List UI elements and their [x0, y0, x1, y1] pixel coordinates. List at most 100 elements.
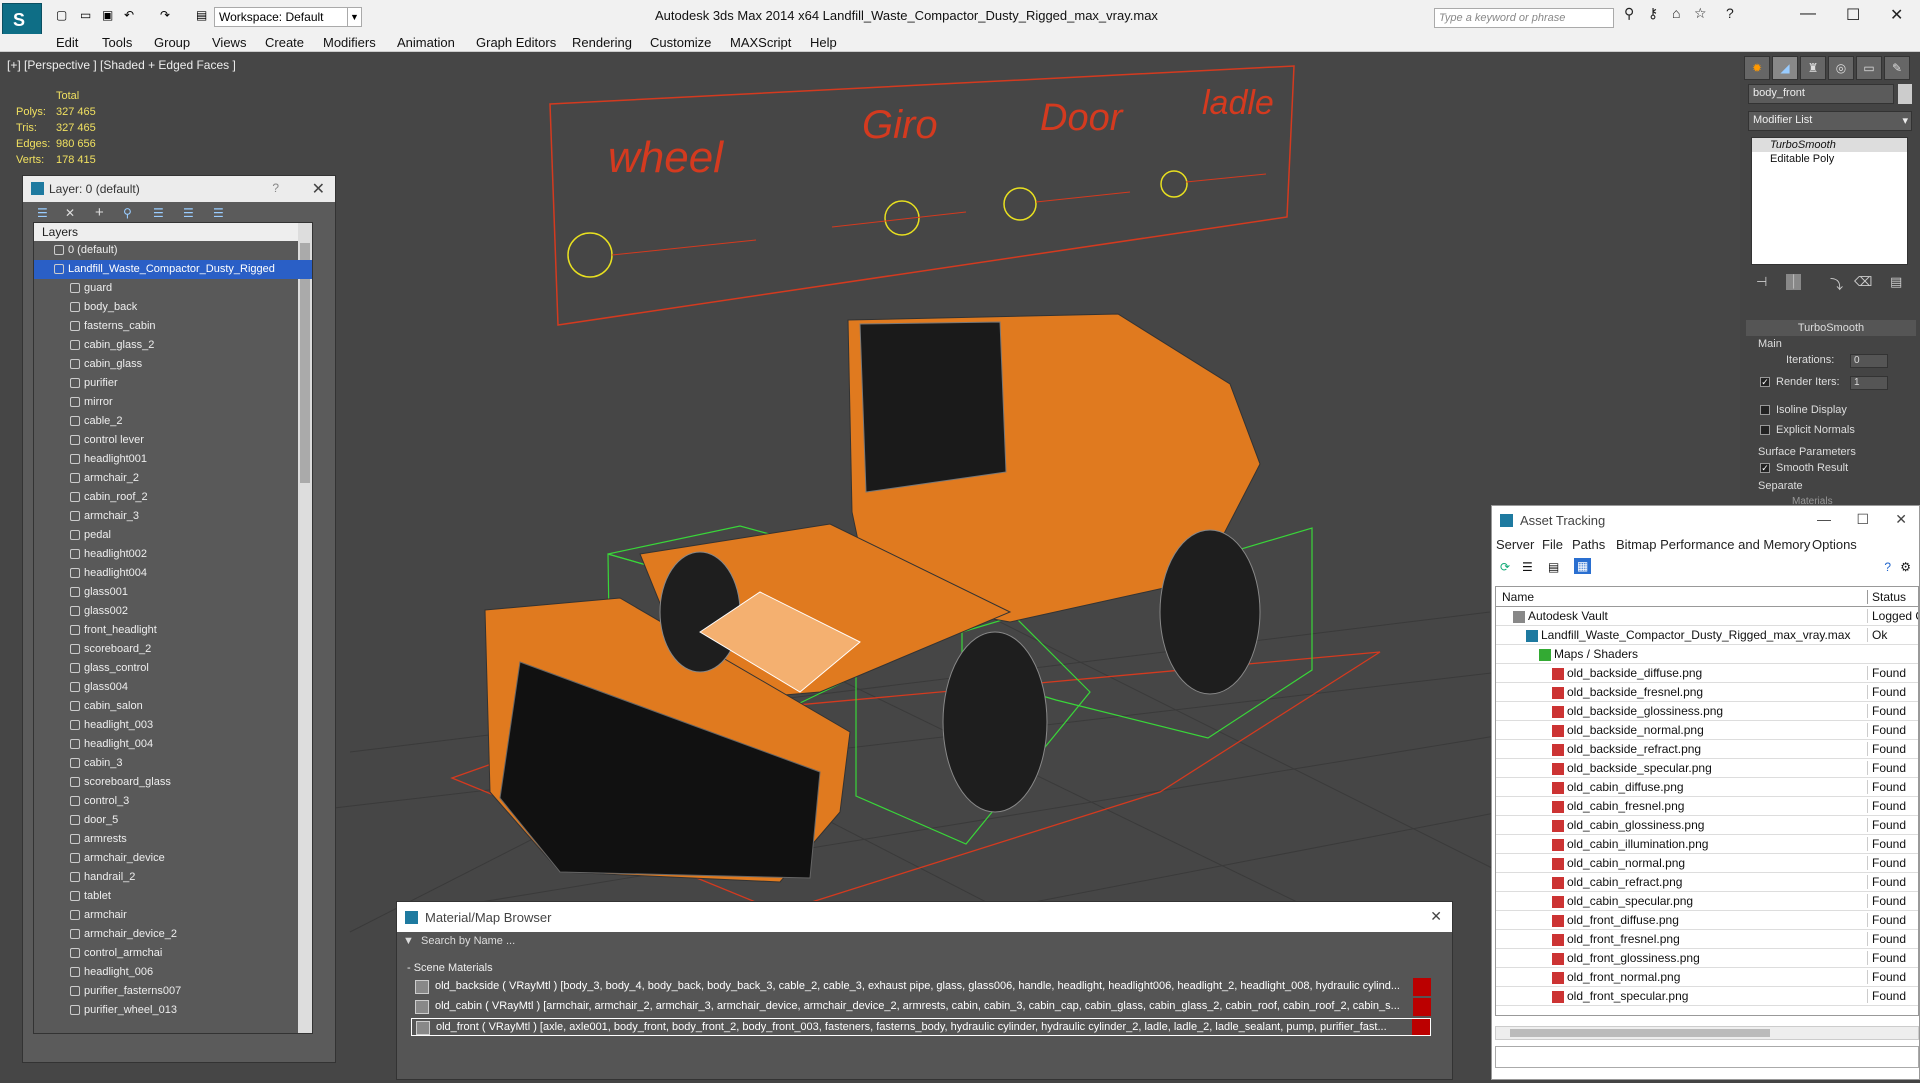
viewport-label[interactable]: [+] [Perspective ] [Shaded + Edged Faces…: [7, 58, 236, 72]
layer-landfill-compactor[interactable]: Landfill_Waste_Compactor_Dusty_Rigged: [34, 260, 312, 279]
layer-object[interactable]: tablet: [34, 887, 312, 906]
col-name[interactable]: Name: [1502, 590, 1534, 604]
asset-row[interactable]: old_front_specular.png Found: [1496, 987, 1918, 1006]
asset-row[interactable]: old_backside_specular.png Found: [1496, 759, 1918, 778]
layer-object[interactable]: glass001: [34, 583, 312, 602]
thumbnail-view-icon[interactable]: ▤: [1548, 560, 1559, 574]
col-status[interactable]: Status: [1867, 590, 1906, 604]
display-tab-icon[interactable]: ▭: [1856, 56, 1882, 80]
smooth-result-checkbox[interactable]: ✓: [1760, 463, 1770, 474]
settings-icon[interactable]: ⚙: [1900, 560, 1911, 574]
close-icon[interactable]: ✕: [312, 179, 325, 199]
material-row-front[interactable]: old_front ( VRayMtl ) [axle, axle001, bo…: [411, 1018, 1431, 1036]
modifier-stack[interactable]: TurboSmooth Editable Poly: [1751, 137, 1908, 265]
menu-options[interactable]: Options: [1812, 537, 1857, 552]
show-end-result-icon[interactable]: ⏐: [1786, 274, 1802, 290]
layer-object[interactable]: cabin_glass_2: [34, 336, 312, 355]
asset-row[interactable]: Autodesk VaultLogged O: [1496, 607, 1918, 626]
make-unique-icon[interactable]: ⤵: [1830, 274, 1843, 293]
layer-object[interactable]: control_3: [34, 792, 312, 811]
stack-item-turbosmooth[interactable]: TurboSmooth: [1752, 138, 1907, 152]
layer-object[interactable]: pedal: [34, 526, 312, 545]
layer-object[interactable]: headlight_003: [34, 716, 312, 735]
asset-row[interactable]: old_front_normal.png Found: [1496, 968, 1918, 987]
layer-object[interactable]: headlight004: [34, 564, 312, 583]
redo-icon[interactable]: ↷: [160, 8, 178, 26]
create-tab-icon[interactable]: ✹: [1744, 56, 1770, 80]
close-icon[interactable]: ✕: [1430, 908, 1442, 925]
layer-object[interactable]: mirror: [34, 393, 312, 412]
menu-help[interactable]: Help: [810, 35, 837, 50]
asset-path-field[interactable]: [1495, 1046, 1919, 1068]
layer-object[interactable]: headlight_004: [34, 735, 312, 754]
refresh-icon[interactable]: ⟳: [1500, 560, 1510, 574]
table-view-icon[interactable]: ▦: [1574, 558, 1592, 574]
hierarchy-tab-icon[interactable]: ♜: [1800, 56, 1826, 80]
layer-object[interactable]: purifier_fasterns007: [34, 982, 312, 1001]
asset-row[interactable]: old_front_fresnel.png Found: [1496, 930, 1918, 949]
layer-object[interactable]: glass004: [34, 678, 312, 697]
asset-row[interactable]: old_cabin_diffuse.png Found: [1496, 778, 1918, 797]
asset-row[interactable]: old_cabin_illumination.png Found: [1496, 835, 1918, 854]
layer-object[interactable]: armchair_3: [34, 507, 312, 526]
material-search[interactable]: ▼ Search by Name ...: [397, 932, 1452, 954]
close-icon[interactable]: ✕: [1890, 5, 1903, 25]
layer-object[interactable]: scoreboard_2: [34, 640, 312, 659]
layer-object[interactable]: purifier: [34, 374, 312, 393]
menu-edit[interactable]: Edit: [56, 35, 78, 50]
layer-object[interactable]: cabin_salon: [34, 697, 312, 716]
layer-object[interactable]: guard: [34, 279, 312, 298]
explicit-normals-checkbox[interactable]: [1760, 425, 1770, 436]
menu-graph-editors[interactable]: Graph Editors: [476, 35, 556, 50]
project-folder-icon[interactable]: ▤: [196, 8, 214, 26]
layer-object[interactable]: cable_2: [34, 412, 312, 431]
asset-row[interactable]: old_cabin_refract.png Found: [1496, 873, 1918, 892]
layer-object[interactable]: handrail_2: [34, 868, 312, 887]
help-icon[interactable]: ?: [272, 181, 279, 195]
stack-item-editable-poly[interactable]: Editable Poly: [1752, 152, 1907, 166]
menu-modifiers[interactable]: Modifiers: [323, 35, 376, 50]
rig-control-ladle[interactable]: [1160, 170, 1188, 198]
menu-paths[interactable]: Paths: [1572, 537, 1605, 552]
render-iters-spinner[interactable]: 1: [1850, 376, 1888, 390]
layer-default[interactable]: 0 (default): [34, 241, 312, 260]
layer-object[interactable]: cabin_roof_2: [34, 488, 312, 507]
modifier-list-dropdown[interactable]: Modifier List ▾: [1748, 111, 1912, 131]
maximize-icon[interactable]: ☐: [1846, 5, 1860, 25]
menu-bitmap-performance[interactable]: Bitmap Performance and Memory: [1616, 537, 1810, 552]
asset-row[interactable]: old_front_glossiness.png Found: [1496, 949, 1918, 968]
asset-row[interactable]: old_backside_normal.png Found: [1496, 721, 1918, 740]
layer-object[interactable]: headlight002: [34, 545, 312, 564]
layer-object[interactable]: fasterns_cabin: [34, 317, 312, 336]
layer-object[interactable]: armchair: [34, 906, 312, 925]
object-color-swatch[interactable]: [1898, 84, 1912, 104]
scrollbar-thumb[interactable]: [1510, 1029, 1770, 1037]
search-input[interactable]: Type a keyword or phrase: [1434, 8, 1614, 28]
menu-rendering[interactable]: Rendering: [572, 35, 632, 50]
menu-maxscript[interactable]: MAXScript: [730, 35, 791, 50]
material-row-cabin[interactable]: old_cabin ( VRayMtl ) [armchair, armchai…: [411, 998, 1431, 1016]
material-row-backside[interactable]: old_backside ( VRayMtl ) [body_3, body_4…: [411, 978, 1431, 996]
new-icon[interactable]: ▢: [56, 8, 74, 26]
asset-row[interactable]: old_cabin_fresnel.png Found: [1496, 797, 1918, 816]
isoline-checkbox[interactable]: [1760, 405, 1770, 416]
layer-object[interactable]: body_back: [34, 298, 312, 317]
asset-table[interactable]: Name Status Autodesk VaultLogged OLandfi…: [1495, 586, 1919, 1016]
asset-row[interactable]: old_backside_glossiness.png Found: [1496, 702, 1918, 721]
menu-customize[interactable]: Customize: [650, 35, 711, 50]
layer-object[interactable]: cabin_3: [34, 754, 312, 773]
menu-tools[interactable]: Tools: [102, 35, 132, 50]
layer-object[interactable]: armchair_device_2: [34, 925, 312, 944]
menu-group[interactable]: Group: [154, 35, 190, 50]
render-iters-checkbox[interactable]: ✓: [1760, 377, 1770, 388]
layer-object[interactable]: front_headlight: [34, 621, 312, 640]
layer-object[interactable]: control_armchai: [34, 944, 312, 963]
cart-icon[interactable]: ⌂: [1672, 5, 1680, 21]
pin-stack-icon[interactable]: ⊣: [1756, 274, 1767, 290]
utilities-tab-icon[interactable]: ✎: [1884, 56, 1910, 80]
select-objects-icon[interactable]: ⚲: [123, 206, 132, 220]
menu-views[interactable]: Views: [212, 35, 246, 50]
rig-control-wheel[interactable]: [567, 232, 613, 278]
asset-hscrollbar[interactable]: [1495, 1026, 1919, 1040]
save-icon[interactable]: ▣: [102, 8, 120, 26]
